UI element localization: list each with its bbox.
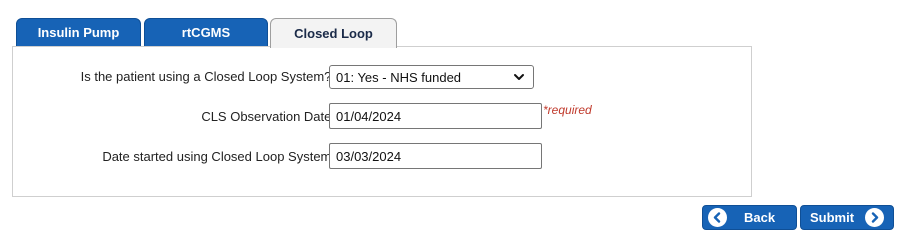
- back-button[interactable]: Back: [702, 205, 797, 230]
- closed-loop-panel: Is the patient using a Closed Loop Syste…: [12, 46, 752, 197]
- observation-date-value: 01/04/2024: [336, 108, 402, 124]
- required-note: *required: [543, 103, 592, 117]
- observation-date-label: CLS Observation Date:: [201, 109, 335, 124]
- tab-closed-loop[interactable]: Closed Loop: [270, 18, 397, 48]
- cls-question-label: Is the patient using a Closed Loop Syste…: [80, 69, 335, 84]
- observation-date-input[interactable]: 01/04/2024: [329, 103, 542, 129]
- submit-button-label: Submit: [810, 210, 855, 225]
- tab-label: Closed Loop: [294, 26, 373, 41]
- tab-label: rtCGMS: [181, 25, 231, 40]
- tab-rtcgms[interactable]: rtCGMS: [144, 18, 268, 47]
- tab-label: Insulin Pump: [37, 25, 120, 40]
- date-started-label: Date started using Closed Loop System:: [102, 149, 335, 164]
- chevron-down-icon: [514, 74, 524, 80]
- submit-button[interactable]: Submit: [800, 205, 894, 230]
- cls-question-value: 01: Yes - NHS funded: [336, 69, 462, 85]
- tab-insulin-pump[interactable]: Insulin Pump: [16, 18, 141, 47]
- back-button-label: Back: [744, 210, 776, 225]
- chevron-right-circle-icon: [865, 208, 885, 227]
- date-started-input[interactable]: 03/03/2024: [329, 143, 542, 169]
- chevron-left-circle-icon: [708, 208, 727, 227]
- cls-question-select[interactable]: 01: Yes - NHS funded: [329, 65, 534, 89]
- date-started-value: 03/03/2024: [336, 148, 402, 164]
